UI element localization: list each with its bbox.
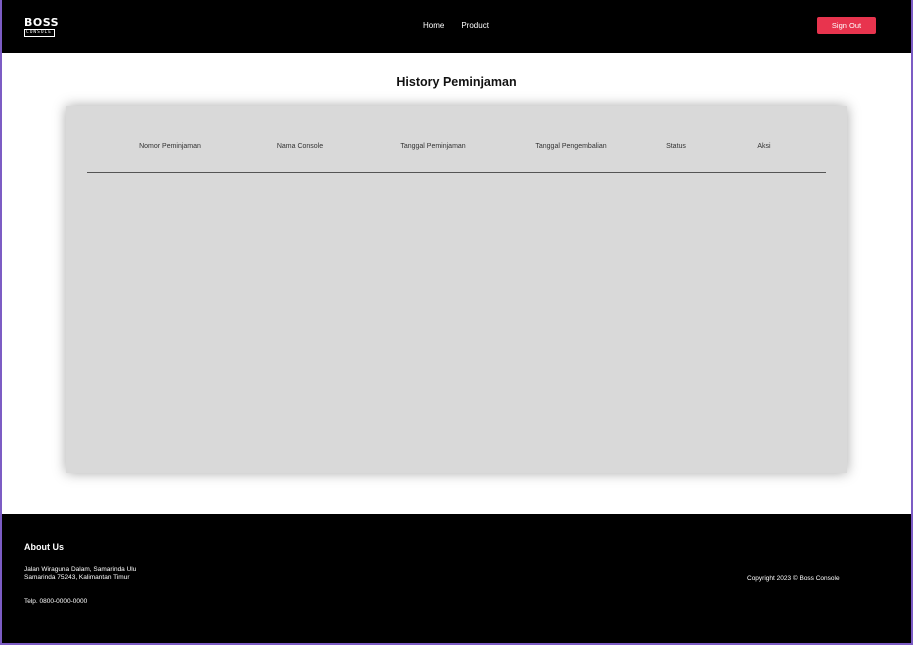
column-header-nama-console: Nama Console xyxy=(276,143,324,150)
site-footer: About Us Jalan Wiraguna Dalam, Samarinda… xyxy=(2,514,911,643)
column-header-tanggal-pengembalian: Tanggal Pengembalian xyxy=(535,143,607,150)
footer-copyright: Copyright 2023 © Boss Console xyxy=(747,575,840,582)
history-table-card: Nomor Peminjaman Nama Console Tanggal Pe… xyxy=(66,106,847,473)
sign-out-button[interactable]: Sign Out xyxy=(817,17,876,34)
column-header-status: Status xyxy=(666,143,686,150)
address-line-2: Samarinda 75243, Kalimantan Timur xyxy=(24,574,130,581)
nav-link-product[interactable]: Product xyxy=(461,21,489,30)
footer-address: Jalan Wiraguna Dalam, Samarinda Ulu Sama… xyxy=(24,566,136,582)
footer-phone: Telp. 0800-0000-0000 xyxy=(24,598,88,605)
main-nav: Home Product xyxy=(423,21,489,30)
table-header-row: Nomor Peminjaman Nama Console Tanggal Pe… xyxy=(87,106,826,173)
page-title: History Peminjaman xyxy=(396,75,517,89)
nav-link-home[interactable]: Home xyxy=(423,21,444,30)
address-line-1: Jalan Wiraguna Dalam, Samarinda Ulu xyxy=(24,566,137,573)
page: BOSS CONSOLE Home Product Sign Out Histo… xyxy=(2,0,911,643)
brand-logo[interactable]: BOSS CONSOLE xyxy=(24,16,62,37)
logo-wordmark: BOSS xyxy=(24,16,60,29)
logo-subtext: CONSOLE xyxy=(24,29,55,37)
column-header-aksi: Aksi xyxy=(757,143,771,150)
column-header-tanggal-peminjaman: Tanggal Peminjaman xyxy=(400,143,466,150)
footer-about-title: About Us xyxy=(24,542,64,552)
column-header-nomor-peminjaman: Nomor Peminjaman xyxy=(139,143,201,150)
top-navbar: BOSS CONSOLE Home Product Sign Out xyxy=(2,0,911,53)
